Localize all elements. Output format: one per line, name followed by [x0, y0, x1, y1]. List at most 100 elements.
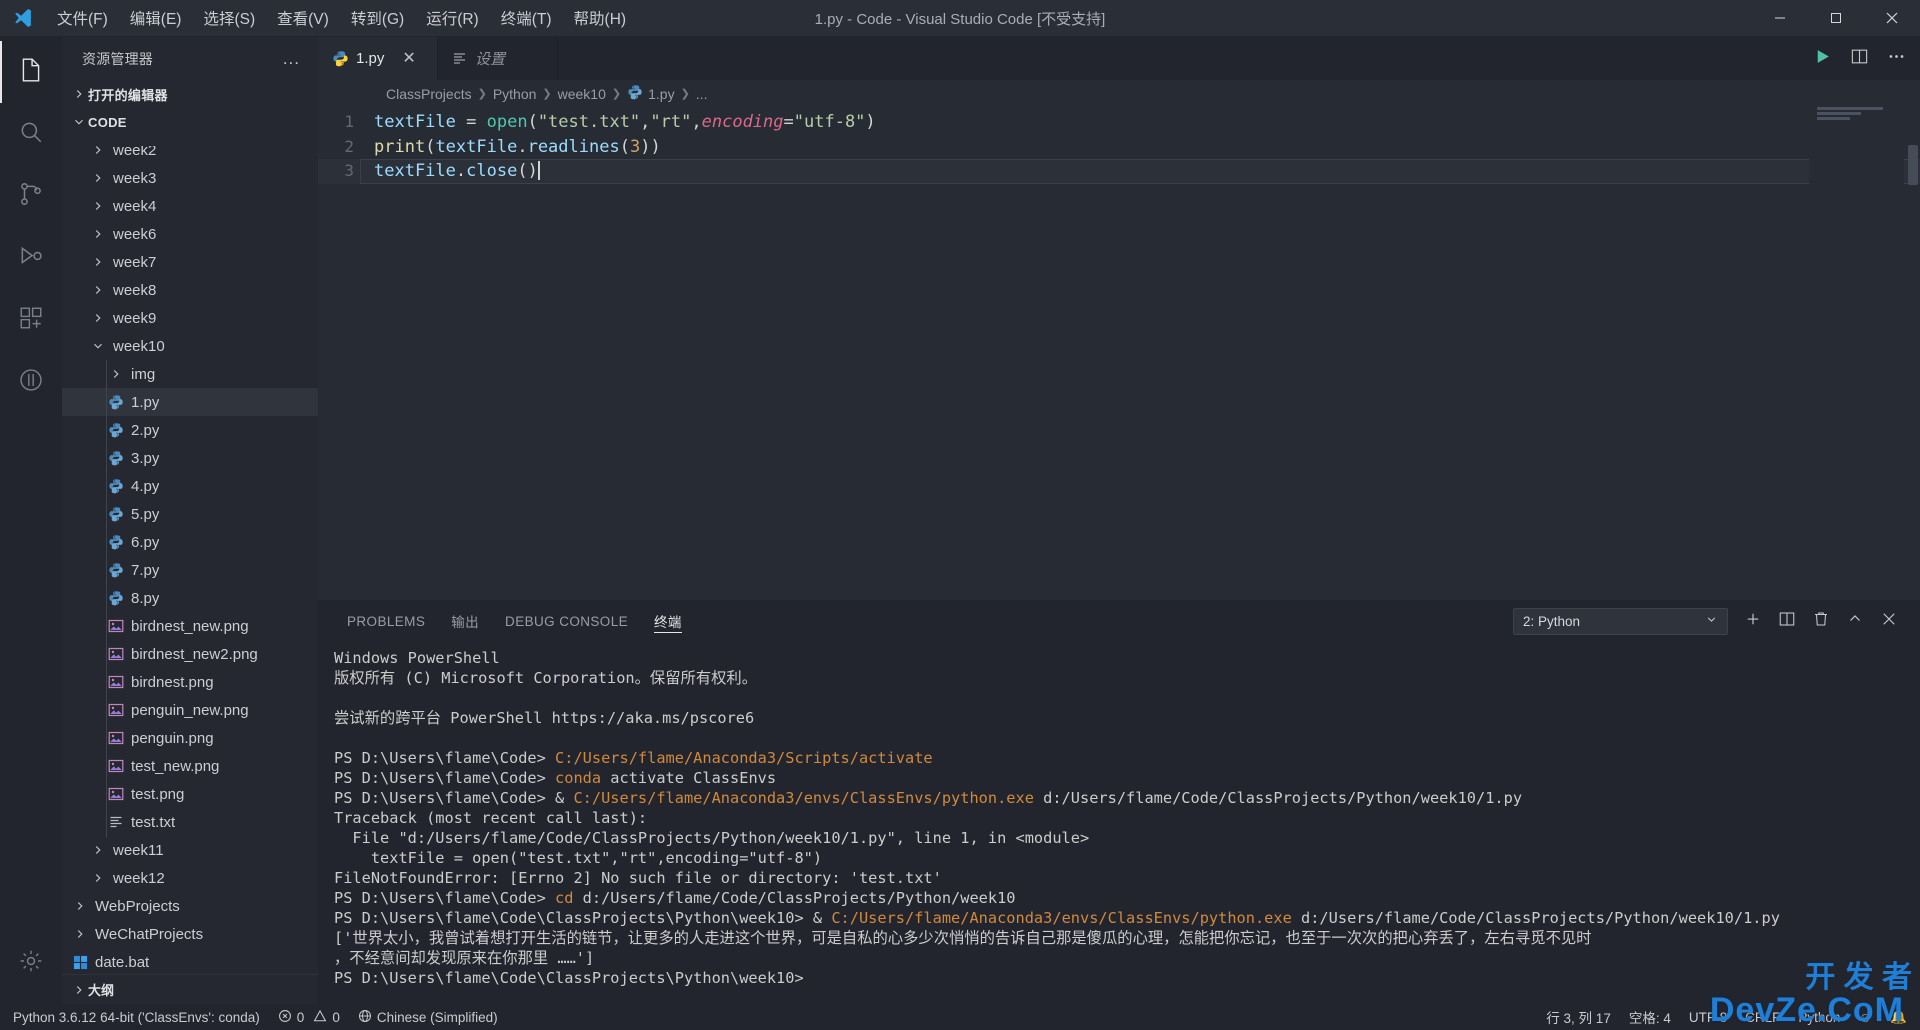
tree-item-test-txt[interactable]: test.txt: [62, 808, 318, 836]
tree-item-label: 7.py: [131, 561, 160, 579]
tree-item-test-new-png[interactable]: test_new.png: [62, 752, 318, 780]
terminal-output[interactable]: Windows PowerShell 版权所有 (C) Microsoft Cor…: [318, 642, 1920, 1004]
tree-item-4-py[interactable]: 4.py: [62, 472, 318, 500]
more-actions-icon[interactable]: [1887, 47, 1906, 71]
status-indentation[interactable]: 空格: 4: [1620, 1007, 1680, 1027]
breadcrumb-item-2[interactable]: week10: [558, 86, 606, 102]
menu-item-0[interactable]: 文件(F): [46, 0, 119, 36]
status-eol[interactable]: CRLF: [1736, 1010, 1789, 1025]
breadcrumb[interactable]: ClassProjects ❯ Python ❯ week10 ❯ 1.py ❯...: [318, 80, 1920, 107]
status-notifications-icon[interactable]: 🔔: [1881, 1009, 1916, 1025]
code-line-2[interactable]: 2 print(textFile.readlines(3)): [318, 135, 1920, 160]
section-open-editors[interactable]: 打开的编辑器: [62, 80, 318, 108]
tree-item-date-bat[interactable]: date.bat: [62, 948, 318, 974]
tree-item-week9[interactable]: week9: [62, 304, 318, 332]
close-button[interactable]: [1864, 0, 1920, 36]
tree-item-penguin-new-png[interactable]: penguin_new.png: [62, 696, 318, 724]
activity-manage[interactable]: [0, 932, 62, 994]
tree-item-7-py[interactable]: 7.py: [62, 556, 318, 584]
tree-item-5-py[interactable]: 5.py: [62, 500, 318, 528]
tree-item-week7[interactable]: week7: [62, 248, 318, 276]
tree-item-week3[interactable]: week3: [62, 164, 318, 192]
breadcrumb-item-4[interactable]: ...: [696, 86, 708, 102]
menu-item-1[interactable]: 编辑(E): [119, 0, 193, 36]
split-terminal-icon[interactable]: [1778, 610, 1796, 633]
menu-item-7[interactable]: 帮助(H): [563, 0, 638, 36]
chevron-right-icon: [88, 227, 108, 241]
new-terminal-icon[interactable]: [1744, 610, 1762, 633]
tree-item-3-py[interactable]: 3.py: [62, 444, 318, 472]
tree-item-6-py[interactable]: 6.py: [62, 528, 318, 556]
activity-source-control[interactable]: [0, 165, 62, 227]
menu-item-3[interactable]: 查看(V): [266, 0, 340, 36]
tree-item-test-png[interactable]: test.png: [62, 780, 318, 808]
status-feedback-icon[interactable]: ☺: [1849, 1010, 1881, 1025]
breadcrumb-item-3[interactable]: 1.py: [627, 84, 675, 103]
tree-item-birdnest-new-png[interactable]: birdnest_new.png: [62, 612, 318, 640]
tree-item-8-py[interactable]: 8.py: [62, 584, 318, 612]
tab-1py[interactable]: 1.py ✕: [318, 37, 438, 80]
status-encoding[interactable]: UTF-8: [1680, 1010, 1736, 1025]
code-line-3[interactable]: 3 textFile.close(): [318, 159, 1920, 184]
editor-scrollbar[interactable]: [1906, 107, 1920, 600]
maximize-panel-icon[interactable]: [1846, 610, 1864, 633]
error-icon: [278, 1009, 292, 1026]
section-code[interactable]: CODE: [62, 108, 318, 136]
section-outline[interactable]: 大纲: [62, 974, 318, 1004]
tree-item-webprojects[interactable]: WebProjects: [62, 892, 318, 920]
code-content[interactable]: 1 textFile = open("test.txt","rt",encodin…: [318, 107, 1920, 184]
terminal-line-2: [334, 688, 1920, 708]
tree-item-2-py[interactable]: 2.py: [62, 416, 318, 444]
close-panel-icon[interactable]: [1880, 610, 1898, 633]
menu-item-4[interactable]: 转到(G): [340, 0, 415, 36]
maximize-button[interactable]: [1808, 0, 1864, 36]
panel-tab-debug-console[interactable]: DEBUG CONSOLE: [492, 600, 641, 642]
scrollbar-thumb[interactable]: [1908, 145, 1918, 185]
kill-terminal-icon[interactable]: [1812, 610, 1830, 633]
status-language-pack[interactable]: Chinese (Simplified): [349, 1004, 507, 1030]
panel-tab-problems[interactable]: PROBLEMS: [334, 600, 438, 642]
tree-item-week11[interactable]: week11: [62, 836, 318, 864]
breadcrumb-separator: ❯: [542, 88, 552, 100]
breadcrumb-item-0[interactable]: ClassProjects: [386, 86, 472, 102]
run-python-file-icon[interactable]: [1813, 47, 1832, 71]
minimap[interactable]: [1809, 107, 1904, 600]
terminal-selector[interactable]: 2: Python: [1513, 607, 1728, 635]
activity-run-debug[interactable]: [0, 227, 62, 289]
tree-item-week8[interactable]: week8: [62, 276, 318, 304]
tree-item-penguin-png[interactable]: penguin.png: [62, 724, 318, 752]
activity-testing[interactable]: [0, 351, 62, 413]
tree-item-1-py[interactable]: 1.py: [62, 388, 318, 416]
tree-item-week6[interactable]: week6: [62, 220, 318, 248]
panel-tab-bar: PROBLEMS 输出 DEBUG CONSOLE 终端 2: Python: [318, 600, 1920, 642]
status-python-interpreter[interactable]: Python 3.6.12 64-bit ('ClassEnvs': conda…: [4, 1004, 269, 1030]
status-problems[interactable]: 0 0: [269, 1004, 349, 1030]
breadcrumb-item-1[interactable]: Python: [493, 86, 537, 102]
status-language-mode[interactable]: Python: [1789, 1010, 1849, 1025]
menu-item-5[interactable]: 运行(R): [415, 0, 490, 36]
status-cursor-position[interactable]: 行 3, 列 17: [1537, 1007, 1620, 1027]
activity-extensions[interactable]: [0, 289, 62, 351]
sidebar-more-actions[interactable]: ...: [277, 49, 306, 69]
panel-tab-terminal[interactable]: 终端: [641, 600, 695, 642]
menu-item-2[interactable]: 选择(S): [192, 0, 266, 36]
tree-item-birdnest-new2-png[interactable]: birdnest_new2.png: [62, 640, 318, 668]
minimize-button[interactable]: [1752, 0, 1808, 36]
split-editor-icon[interactable]: [1850, 47, 1869, 71]
menu-item-6[interactable]: 终端(T): [490, 0, 563, 36]
tree-item-birdnest-png[interactable]: birdnest.png: [62, 668, 318, 696]
tree-item-week2[interactable]: week2: [62, 146, 318, 164]
tree-item-week10[interactable]: week10: [62, 332, 318, 360]
tree-item-week4[interactable]: week4: [62, 192, 318, 220]
terminal-line-15: ，不经意间却发现原来在你那里 ……']: [334, 949, 595, 967]
activity-search[interactable]: [0, 103, 62, 165]
breadcrumb-separator: ❯: [477, 88, 487, 100]
tree-item-wechatprojects[interactable]: WeChatProjects: [62, 920, 318, 948]
code-line-1[interactable]: 1 textFile = open("test.txt","rt",encodin…: [318, 110, 1920, 135]
tree-item-week12[interactable]: week12: [62, 864, 318, 892]
close-icon[interactable]: ✕: [402, 50, 415, 67]
tab-settings[interactable]: 设置: [438, 37, 558, 80]
panel-tab-output[interactable]: 输出: [438, 600, 492, 642]
tree-item-img[interactable]: img: [62, 360, 318, 388]
activity-explorer[interactable]: [0, 41, 62, 103]
